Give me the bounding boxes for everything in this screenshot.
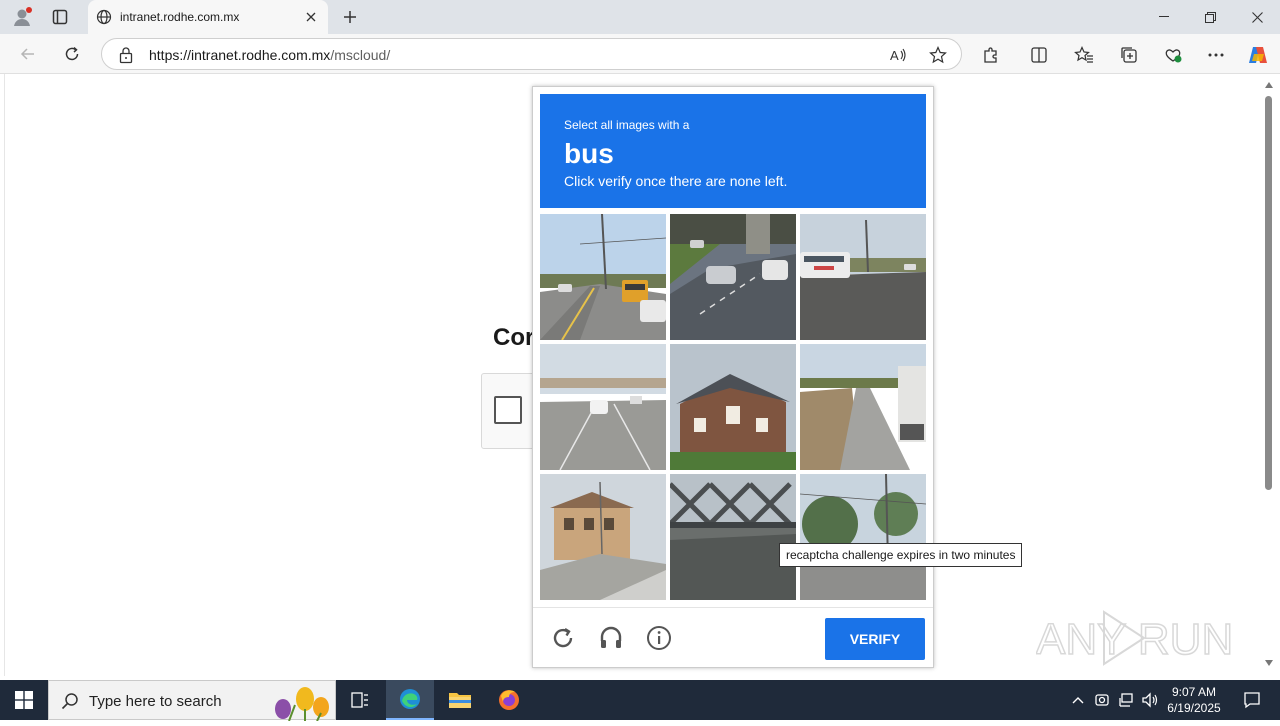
globe-icon: [96, 9, 112, 30]
captcha-tile-9[interactable]: [800, 474, 926, 600]
captcha-tile-8[interactable]: [670, 474, 796, 600]
background-heading: Cor: [493, 324, 535, 351]
start-button[interactable]: [0, 680, 48, 720]
meet-now-icon[interactable]: [1092, 690, 1112, 710]
taskbar-clock[interactable]: 9:07 AM 6/19/2025: [1162, 684, 1226, 716]
clock-time: 9:07 AM: [1171, 685, 1217, 699]
captcha-subinstruction: Click verify once there are none left.: [564, 173, 788, 189]
search-icon: [61, 692, 79, 715]
captcha-tile-6[interactable]: [800, 344, 926, 470]
tab-title: intranet.rodhe.com.mx: [120, 10, 240, 24]
captcha-tile-5[interactable]: [670, 344, 796, 470]
minimize-button[interactable]: [1141, 0, 1187, 34]
captcha-expiry-tooltip: recaptcha challenge expires in two minut…: [779, 543, 1022, 567]
watermark-text: ANY RUN: [1036, 615, 1233, 664]
lock-icon[interactable]: [118, 46, 134, 69]
captcha-footer: VERIFY: [533, 607, 933, 667]
reload-challenge-icon[interactable]: [547, 622, 579, 654]
scroll-down-arrow-icon[interactable]: [1265, 660, 1273, 666]
file-explorer-icon[interactable]: [436, 680, 484, 720]
captcha-challenge: Select all images with a bus Click verif…: [532, 86, 934, 668]
back-button[interactable]: [13, 40, 43, 68]
show-hidden-icons-icon[interactable]: [1068, 690, 1088, 710]
close-window-button[interactable]: [1234, 0, 1280, 34]
collections-icon[interactable]: [1116, 42, 1142, 68]
anyrun-watermark: ANY RUN: [1035, 606, 1236, 670]
background-captcha-checkbox[interactable]: [494, 396, 522, 424]
taskbar: Type here to search 9:07 AM 6/19/2025: [0, 680, 1280, 722]
profile-icon[interactable]: [9, 5, 35, 29]
captcha-instruction: Select all images with a: [564, 118, 690, 132]
captcha-tile-7[interactable]: [540, 474, 666, 600]
address-bar[interactable]: https://intranet.rodhe.com.mx/mscloud/ A: [101, 38, 962, 70]
tab-actions-icon[interactable]: [47, 5, 73, 29]
url-text[interactable]: https://intranet.rodhe.com.mx/mscloud/: [149, 47, 390, 63]
close-tab-icon[interactable]: [302, 8, 320, 26]
favorite-star-icon[interactable]: [927, 44, 949, 66]
notification-center-icon[interactable]: [1232, 680, 1272, 720]
captcha-tile-3[interactable]: [800, 214, 926, 340]
tab-strip: intranet.rodhe.com.mx: [0, 0, 1280, 34]
url-host: https://intranet.rodhe.com.mx: [149, 47, 331, 63]
verify-button[interactable]: VERIFY: [825, 618, 925, 660]
split-screen-icon[interactable]: [1026, 42, 1052, 68]
restore-button[interactable]: [1187, 0, 1233, 34]
volume-icon[interactable]: [1140, 690, 1160, 710]
browser-toolbar: https://intranet.rodhe.com.mx/mscloud/ A: [0, 34, 1280, 74]
audio-challenge-icon[interactable]: [595, 622, 627, 654]
captcha-header: Select all images with a bus Click verif…: [540, 94, 926, 208]
firefox-icon[interactable]: [485, 680, 533, 720]
taskbar-search-box[interactable]: Type here to search: [48, 680, 337, 722]
search-highlight-flowers-icon: [269, 681, 337, 722]
task-view-icon[interactable]: [336, 680, 384, 720]
svg-text:A: A: [890, 48, 899, 63]
scroll-up-arrow-icon[interactable]: [1265, 82, 1273, 88]
info-icon[interactable]: [643, 622, 675, 654]
network-icon[interactable]: [1116, 690, 1136, 710]
browser-essentials-icon[interactable]: [1160, 42, 1186, 68]
captcha-tile-4[interactable]: [540, 344, 666, 470]
scroll-thumb[interactable]: [1265, 96, 1272, 490]
more-options-icon[interactable]: [1203, 42, 1229, 68]
active-tab[interactable]: intranet.rodhe.com.mx: [88, 0, 328, 34]
read-aloud-icon[interactable]: A: [888, 44, 910, 66]
captcha-keyword: bus: [564, 138, 614, 169]
extensions-icon[interactable]: [978, 42, 1004, 68]
copilot-icon[interactable]: [1245, 42, 1271, 68]
refresh-button[interactable]: [57, 40, 87, 68]
clock-date: 6/19/2025: [1167, 701, 1221, 715]
page-scrollbar[interactable]: [1262, 74, 1276, 676]
new-tab-button[interactable]: [338, 5, 362, 29]
edge-taskbar-icon[interactable]: [386, 680, 434, 720]
search-placeholder: Type here to search: [89, 693, 222, 710]
favorites-icon[interactable]: [1071, 42, 1097, 68]
captcha-tile-1[interactable]: [540, 214, 666, 340]
captcha-tile-2[interactable]: [670, 214, 796, 340]
url-path: /mscloud/: [330, 47, 391, 63]
